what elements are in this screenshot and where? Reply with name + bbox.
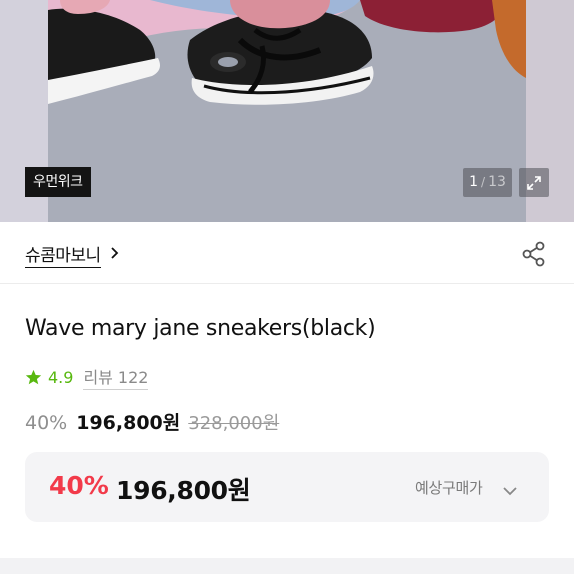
discount-rate: 40% <box>25 412 68 434</box>
brand-name: 슈콤마보니 <box>25 241 101 268</box>
expected-price-label: 예상구매가 <box>415 479 483 497</box>
brand-row: 슈콤마보니 <box>0 222 574 284</box>
brand-tag-label: 우먼위크 <box>25 167 91 197</box>
review-link[interactable]: 리뷰 122 <box>83 364 149 390</box>
rating-row[interactable]: 4.9 리뷰 122 <box>25 364 149 390</box>
expected-price-dropdown[interactable]: 40% 196,800원 예상구매가 <box>25 452 549 522</box>
sale-price: 196,800원 <box>76 412 181 434</box>
product-image-carousel[interactable]: 우먼위크 1/13 <box>0 0 574 222</box>
price-row: 40% 196,800원 328,000원 <box>25 408 279 435</box>
expected-discount: 40% <box>49 471 109 500</box>
page-total: 13 <box>488 174 506 190</box>
expected-price: 196,800원 <box>116 476 251 505</box>
image-page-counter: 1/13 <box>463 168 512 197</box>
expand-image-button[interactable] <box>519 168 549 197</box>
product-title: Wave mary jane sneakers(black) <box>25 316 376 341</box>
review-label: 리뷰 <box>83 368 113 387</box>
share-button[interactable] <box>520 240 548 268</box>
review-count: 122 <box>117 368 149 387</box>
section-divider <box>0 558 574 574</box>
expand-icon <box>527 175 541 190</box>
rating-score: 4.9 <box>48 367 74 387</box>
brand-link[interactable]: 슈콤마보니 <box>25 241 119 268</box>
page-current: 1 <box>469 174 479 190</box>
chevron-down-icon <box>502 481 518 500</box>
chevron-right-icon <box>110 245 119 265</box>
original-price: 328,000원 <box>188 413 280 434</box>
share-icon <box>522 241 545 267</box>
page-separator: / <box>481 175 486 189</box>
star-icon <box>25 369 42 384</box>
